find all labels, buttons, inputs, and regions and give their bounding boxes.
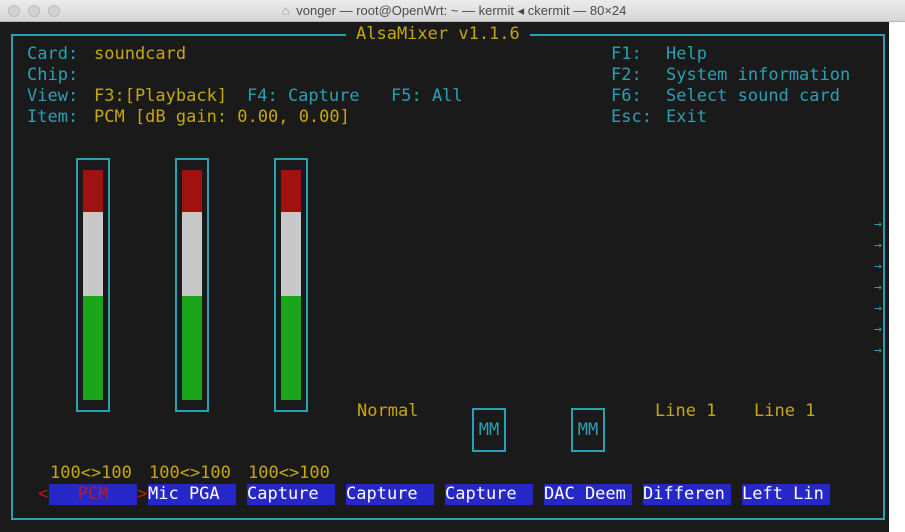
differen-enum-value[interactable]: Line 1: [655, 401, 716, 422]
control-label-left-lin[interactable]: Left Lin: [742, 484, 830, 505]
terminal-window: ⌂ vonger — root@OpenWrt: ~ — kermit ◂ ck…: [0, 0, 905, 532]
control-label-pcm[interactable]: PCM: [49, 484, 137, 505]
mic-pga-value: 100<>100: [149, 463, 231, 483]
pcm-meter-green: [83, 296, 103, 400]
control-label-differen[interactable]: Differen: [643, 484, 731, 505]
title-bar[interactable]: ⌂ vonger — root@OpenWrt: ~ — kermit ◂ ck…: [0, 0, 905, 22]
help-key-f6: F6:: [611, 86, 642, 106]
chip-label: Chip:: [27, 65, 79, 85]
view-playback[interactable]: F3:[Playback]: [94, 86, 227, 107]
help-text-f2: System information: [666, 65, 851, 85]
control-label-capture-2[interactable]: Capture: [346, 484, 434, 505]
window-title: vonger — root@OpenWrt: ~ — kermit ◂ cker…: [296, 3, 627, 18]
scroll-right-arrow[interactable]: →: [874, 281, 882, 295]
item-label: Item:: [27, 107, 79, 127]
capture-volume-slider[interactable]: [274, 158, 308, 412]
pcm-meter-red: [83, 170, 103, 212]
view-capture[interactable]: F4: Capture: [247, 86, 360, 107]
window-scrollbar[interactable]: [889, 22, 905, 532]
control-label-capture-3[interactable]: Capture: [445, 484, 533, 505]
capture-meter-red: [281, 170, 301, 212]
capture-meter-white: [281, 212, 301, 296]
mic-pga-meter-green: [182, 296, 202, 400]
scroll-right-arrow[interactable]: →: [874, 302, 882, 316]
scroll-right-arrow[interactable]: →: [874, 344, 882, 358]
control-label-mic-pga[interactable]: Mic PGA: [148, 484, 236, 505]
mic-pga-meter-white: [182, 212, 202, 296]
capture-meter-green: [281, 296, 301, 400]
help-key-f1: F1:: [611, 44, 642, 64]
help-text-f6: Select sound card: [666, 86, 840, 106]
mic-pga-volume-slider[interactable]: [175, 158, 209, 412]
terminal-area[interactable]: AlsaMixer v1.1.6 Card: soundcard Chip: V…: [0, 22, 905, 532]
scroll-right-arrow[interactable]: →: [874, 218, 882, 232]
mic-pga-meter-red: [182, 170, 202, 212]
view-all[interactable]: F5: All: [391, 86, 463, 107]
app-title: AlsaMixer v1.1.6: [346, 23, 530, 45]
selection-marker-left: <: [38, 484, 49, 504]
help-text-esc: Exit: [666, 107, 707, 127]
pcm-value: 100<>100: [50, 463, 132, 483]
help-key-esc: Esc:: [611, 107, 652, 127]
dac-deem-mute-switch[interactable]: MM: [571, 408, 605, 452]
card-value: soundcard: [94, 44, 187, 64]
scroll-right-arrow[interactable]: →: [874, 323, 882, 337]
home-icon: ⌂: [281, 3, 290, 18]
capture-value: 100<>100: [248, 463, 330, 483]
item-value: PCM [dB gain: 0.00, 0.00]: [94, 107, 350, 127]
card-label: Card:: [27, 44, 79, 64]
scroll-right-arrow[interactable]: →: [874, 239, 882, 253]
capture-mute-switch[interactable]: MM: [472, 408, 506, 452]
capture-enum-value[interactable]: Normal: [357, 401, 418, 422]
pcm-volume-slider[interactable]: [76, 158, 110, 412]
selection-marker-right: >: [137, 484, 148, 504]
pcm-meter-white: [83, 212, 103, 296]
control-label-capture[interactable]: Capture: [247, 484, 335, 505]
help-key-f2: F2:: [611, 65, 642, 85]
help-text-f1: Help: [666, 44, 707, 64]
control-label-dac-deem[interactable]: DAC Deem: [544, 484, 632, 505]
left-lin-enum-value[interactable]: Line 1: [754, 401, 815, 422]
view-label: View:: [27, 86, 79, 106]
scroll-right-arrow[interactable]: →: [874, 260, 882, 274]
